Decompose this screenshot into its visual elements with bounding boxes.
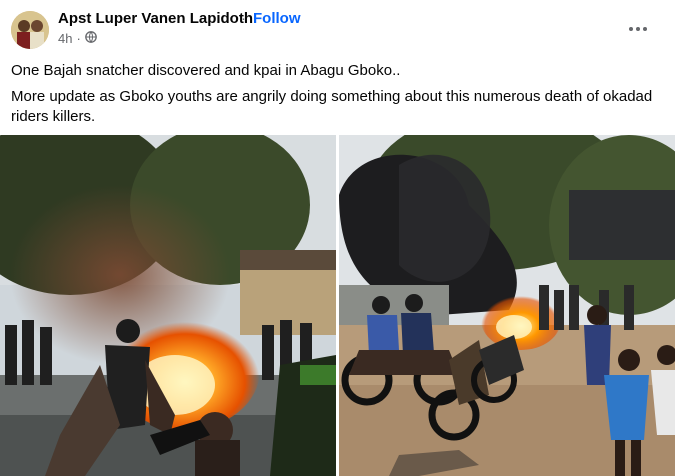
photo-right[interactable] — [339, 135, 675, 476]
separator: · — [241, 10, 246, 27]
post-meta: 4h · — [58, 31, 97, 46]
post-text-line: One Bajah snatcher discovered and kpai i… — [11, 62, 401, 79]
meta-separator: · — [76, 31, 81, 46]
timestamp[interactable]: 4h — [58, 31, 72, 46]
more-options-icon[interactable] — [627, 18, 651, 34]
follow-button[interactable]: Follow — [253, 10, 301, 27]
photo-left[interactable] — [0, 135, 336, 476]
avatar[interactable] — [11, 11, 49, 49]
author-name[interactable]: Apst Luper Vanen Lapidoth — [58, 10, 253, 27]
globe-icon — [84, 31, 97, 46]
post-header: Apst Luper Vanen Lapidoth · Follow 4h · — [0, 0, 675, 54]
photo-grid — [0, 135, 675, 476]
post-text-line: More update as Gboko youths are angrily … — [11, 88, 653, 125]
post-text: One Bajah snatcher discovered and kpai i… — [11, 61, 666, 133]
